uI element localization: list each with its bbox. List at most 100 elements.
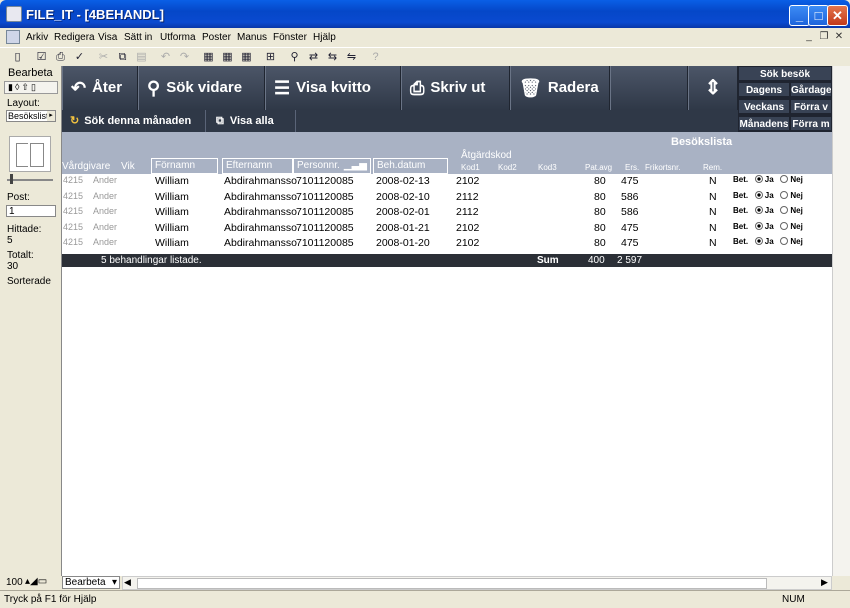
- duplicate-record-icon[interactable]: ▦: [220, 50, 235, 65]
- col-behdatum-sort[interactable]: Beh.datum ▁▃▅: [373, 158, 448, 185]
- radio-nej[interactable]: Nej: [780, 237, 803, 246]
- menu-fonster[interactable]: Fönster: [271, 28, 309, 47]
- scroll-left-icon[interactable]: ◀: [124, 577, 131, 588]
- checkbox-icon[interactable]: ☑: [34, 50, 49, 65]
- menu-hjalp[interactable]: Hjälp: [311, 28, 338, 47]
- show-all-button[interactable]: ⧉ Visa alla: [206, 110, 296, 132]
- radio-ja[interactable]: Ja: [754, 221, 774, 231]
- cut-icon[interactable]: ✂: [96, 50, 111, 65]
- menu-satt-in[interactable]: Sätt in: [122, 28, 154, 47]
- scroll-right-icon[interactable]: ▶: [821, 577, 828, 588]
- cell-vardgivare: 4215: [63, 221, 84, 232]
- find-icon[interactable]: ⚲: [287, 50, 302, 65]
- spellcheck-icon[interactable]: ✓: [72, 50, 87, 65]
- cell-patavg: 80: [594, 190, 606, 203]
- radio-nej[interactable]: Nej: [780, 190, 803, 200]
- zoom-level[interactable]: 100: [6, 577, 23, 588]
- col-efternamn-sort[interactable]: Efternamn ▁▃▅: [222, 158, 293, 185]
- document-icon[interactable]: [6, 30, 20, 44]
- table-row[interactable]: 4215 Ander William Abdirahmansso 7101120085 2…: [62, 205, 832, 221]
- table-row[interactable]: 4215 Ander William Abdirahmansso 7101120085 2…: [62, 174, 832, 190]
- menu-poster[interactable]: Poster: [200, 28, 233, 47]
- show-receipt-button[interactable]: ☰ Visa kvitto: [265, 66, 401, 110]
- this-week-button[interactable]: Veckans: [738, 99, 790, 114]
- search-visit-header: Sök besök: [738, 66, 832, 81]
- chevron-down-icon: ▾: [111, 577, 117, 588]
- layout-select[interactable]: Besökslist ▸: [6, 110, 56, 122]
- record-number-input[interactable]: 1: [6, 205, 56, 217]
- mode-select[interactable]: Bearbeta ▾: [62, 576, 120, 589]
- help-icon[interactable]: ?: [368, 50, 383, 65]
- record-slider[interactable]: [7, 179, 53, 181]
- this-month-button[interactable]: Månadens: [738, 116, 790, 131]
- paste-icon[interactable]: ▤: [134, 50, 149, 65]
- col-fornamn-sort[interactable]: Förnamn ▁▃▅: [151, 158, 218, 185]
- slider-handle[interactable]: [10, 174, 13, 184]
- back-button[interactable]: ↶ Åter: [62, 66, 138, 110]
- col-personnr-sort[interactable]: Personnr. ▁▃▅: [293, 158, 371, 174]
- today-button[interactable]: Dagens: [738, 82, 790, 97]
- cell-kod1: 2112: [456, 206, 479, 218]
- minimize-button[interactable]: _: [789, 5, 810, 26]
- menu-utforma[interactable]: Utforma: [158, 28, 198, 47]
- horizontal-scrollbar[interactable]: ◀ ▶: [122, 576, 832, 590]
- print-icon[interactable]: ⎙: [53, 50, 68, 65]
- col-kod3: Kod3: [538, 163, 557, 172]
- sort-icon[interactable]: ⊞: [263, 50, 278, 65]
- menu-visa[interactable]: Visa: [96, 28, 119, 47]
- radio-ja[interactable]: Ja: [754, 190, 774, 200]
- last-month-button[interactable]: Förra m: [790, 116, 832, 131]
- radio-nej[interactable]: Nej: [780, 175, 803, 184]
- delete-button[interactable]: 🗑 Radera: [510, 66, 610, 110]
- copy-docs-icon: ⧉: [216, 115, 224, 127]
- delete-record-icon[interactable]: ▦: [239, 50, 254, 65]
- copy-icon[interactable]: ⧉: [115, 50, 130, 65]
- cell-efternamn: Abdirahmansso: [224, 190, 297, 203]
- list-icon: ☰: [274, 78, 291, 99]
- search-more-button[interactable]: ⚲ Sök vidare: [138, 66, 265, 110]
- cell-vardgivare: 4215: [63, 206, 84, 216]
- col-vik: Vik: [121, 161, 135, 172]
- cell-vik: Ander: [93, 190, 118, 201]
- sort-arrows-button[interactable]: ⇕: [688, 66, 738, 110]
- print-button[interactable]: ⎙ Skriv ut: [401, 66, 510, 110]
- payment-group: Bet. Ja Nej: [733, 237, 803, 246]
- cell-kod1: 2112: [456, 190, 479, 203]
- book-icon[interactable]: [9, 136, 51, 172]
- radio-ja[interactable]: Ja: [754, 237, 774, 246]
- find-all-icon[interactable]: ⇄: [306, 50, 321, 65]
- redo-icon[interactable]: ↷: [177, 50, 192, 65]
- yesterday-button[interactable]: Gårdage: [790, 82, 832, 97]
- new-icon[interactable]: ▯: [10, 50, 25, 65]
- found-value: 5: [7, 235, 13, 246]
- last-week-button[interactable]: Förra v: [790, 99, 832, 114]
- menu-manus[interactable]: Manus: [235, 28, 269, 47]
- show-omitted-icon[interactable]: ⇋: [344, 50, 359, 65]
- mdi-minimize-icon[interactable]: _: [802, 30, 816, 44]
- mdi-restore-icon[interactable]: ❐: [817, 30, 831, 44]
- search-this-month-button[interactable]: ↻ Sök denna månaden: [62, 110, 206, 132]
- radio-nej[interactable]: Nej: [780, 206, 803, 215]
- cell-efternamn: Abdirahmansso: [224, 206, 297, 218]
- sub-action-bar: ↻ Sök denna månaden ⧉ Visa alla: [62, 110, 738, 132]
- mode-tools[interactable]: ▮◊⇧▯: [4, 81, 58, 94]
- zoom-icon[interactable]: ▴◢▭: [25, 576, 47, 587]
- table-row[interactable]: 4215 Ander William Abdirahmansso 7101120085 2…: [62, 190, 832, 206]
- mdi-close-icon[interactable]: ✕: [832, 30, 846, 44]
- vertical-scrollbar[interactable]: [832, 66, 850, 576]
- undo-icon[interactable]: ↶: [158, 50, 173, 65]
- new-record-icon[interactable]: ▦: [201, 50, 216, 65]
- maximize-button[interactable]: □: [808, 5, 829, 26]
- radio-ja[interactable]: Ja: [754, 175, 774, 184]
- scroll-thumb[interactable]: [137, 578, 767, 589]
- app-icon[interactable]: [6, 6, 22, 22]
- close-button[interactable]: ✕: [827, 5, 848, 26]
- cell-vik: Ander: [93, 221, 118, 232]
- menu-redigera[interactable]: Redigera: [52, 28, 97, 47]
- radio-ja[interactable]: Ja: [754, 206, 774, 215]
- omit-icon[interactable]: ⇆: [325, 50, 340, 65]
- radio-nej[interactable]: Nej: [780, 221, 803, 231]
- table-row[interactable]: 4215 Ander William Abdirahmansso 7101120085 2…: [62, 236, 832, 252]
- menu-arkiv[interactable]: Arkiv: [24, 28, 50, 47]
- table-row[interactable]: 4215 Ander William Abdirahmansso 7101120085 2…: [62, 221, 832, 237]
